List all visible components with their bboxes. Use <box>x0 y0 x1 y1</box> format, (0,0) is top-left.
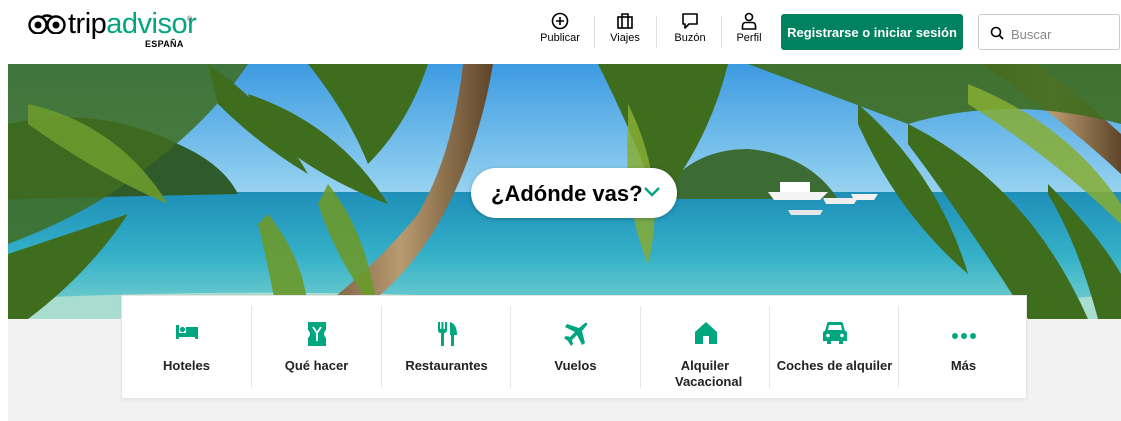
nav-label: Publicar <box>540 32 580 44</box>
plus-circle-icon <box>551 12 569 30</box>
category-label: Qué hacer <box>284 358 349 373</box>
search-box[interactable] <box>978 14 1120 50</box>
house-icon <box>694 322 717 344</box>
where-to-label: ¿Adónde vas? <box>491 181 643 206</box>
nav-publicar[interactable]: Publicar <box>536 12 584 54</box>
category-que-hacer[interactable]: Qué hacer <box>252 296 381 398</box>
search-icon <box>990 26 1004 40</box>
category-alquiler-vacacional[interactable]: Alquiler Vacacional <box>641 296 770 398</box>
where-to-button[interactable]: ¿Adónde vas? <box>471 168 677 218</box>
person-icon <box>741 12 757 30</box>
category-label: Vuelos <box>554 358 597 373</box>
fork-knife-icon <box>437 322 457 346</box>
nav-buzon[interactable]: Buzón <box>668 12 712 54</box>
chat-bubble-icon <box>682 13 698 29</box>
category-label: Alquiler Vacacional <box>675 358 743 389</box>
category-hoteles[interactable]: Hoteles <box>122 296 251 398</box>
category-restaurantes[interactable]: Restaurantes <box>382 296 511 398</box>
more-dots-icon <box>951 333 976 339</box>
category-coches-de-alquiler[interactable]: Coches de alquiler <box>770 296 899 398</box>
category-vuelos[interactable]: Vuelos <box>511 296 640 398</box>
category-label: Coches de alquiler <box>776 358 893 373</box>
nav-divider <box>594 16 595 48</box>
nav-divider <box>721 16 722 48</box>
category-mas[interactable]: Más <box>899 296 1028 398</box>
airplane-icon <box>563 322 587 346</box>
tripadvisor-logo[interactable]: tripadvisor ® ESPAÑA <box>28 8 198 54</box>
nav-label: Perfil <box>736 32 762 44</box>
nav-viajes[interactable]: Viajes <box>605 12 645 54</box>
car-icon <box>822 322 847 344</box>
owl-logo-icon <box>28 14 66 34</box>
suitcase-icon <box>617 13 633 29</box>
logo-region: ESPAÑA <box>145 39 184 49</box>
ticket-icon <box>307 322 326 346</box>
chevron-down-icon <box>644 187 660 197</box>
category-bar: Hoteles Qué hacer Restaurantes Vuelos Al… <box>121 295 1027 399</box>
logo-trademark: ® <box>187 16 193 23</box>
category-label: Hoteles <box>163 358 210 373</box>
site-header: tripadvisor ® ESPAÑA Publicar Viajes Buz… <box>0 0 1121 64</box>
nav-perfil[interactable]: Perfil <box>731 12 767 54</box>
bed-icon <box>175 325 198 339</box>
nav-label: Buzón <box>674 32 706 44</box>
category-label: Más <box>950 358 977 373</box>
login-button[interactable]: Registrarse o iniciar sesión <box>781 14 963 50</box>
nav-label: Viajes <box>610 32 640 44</box>
category-label: Restaurantes <box>405 358 488 373</box>
nav-divider <box>656 16 657 48</box>
logo-wordmark: tripadvisor <box>68 8 197 40</box>
search-input[interactable] <box>1009 23 1113 45</box>
